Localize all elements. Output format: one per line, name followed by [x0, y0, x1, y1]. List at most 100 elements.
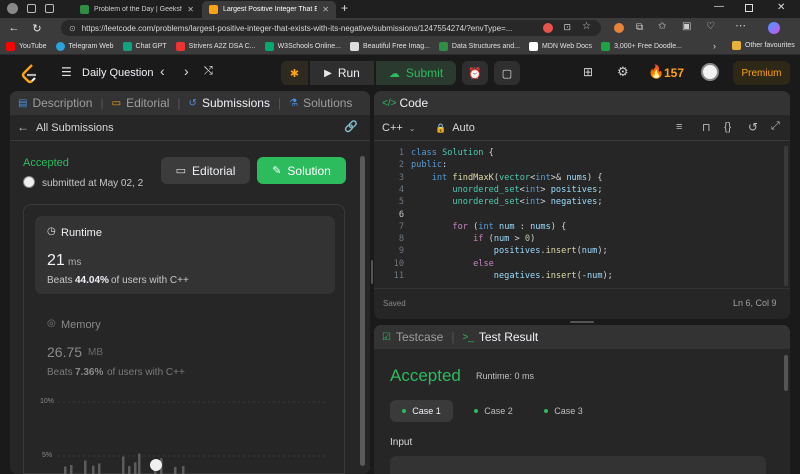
result-runtime: Runtime: 0 ms — [476, 371, 535, 381]
link-icon[interactable]: 🔗 — [344, 120, 358, 133]
all-submissions-link[interactable]: All Submissions — [36, 122, 114, 134]
tab-divider: | — [277, 96, 282, 110]
run-button[interactable]: ▶ Run — [310, 61, 374, 85]
avatar[interactable] — [701, 63, 719, 81]
close-icon[interactable]: ✕ — [322, 5, 329, 14]
debug-button[interactable]: ✱ — [281, 61, 308, 85]
extension-icon[interactable] — [543, 23, 553, 33]
back-icon[interactable]: ← — [5, 22, 23, 34]
bookmark-telegram[interactable]: Telegram Web — [55, 41, 114, 51]
bookmark-images[interactable]: Beautiful Free Imag... — [350, 41, 430, 51]
notes-button[interactable]: ▢ — [494, 61, 520, 85]
favorite-star-icon[interactable]: ☆ — [582, 21, 591, 32]
chevron-right-icon[interactable]: › — [713, 41, 716, 51]
browser-tab-leetcode[interactable]: Largest Positive Integer That Exis ✕ — [202, 1, 336, 18]
fullscreen-icon[interactable]: ⤢ — [771, 120, 780, 133]
other-favorites[interactable]: Other favourites — [732, 41, 795, 50]
input-label: Input — [390, 437, 413, 448]
browser-essentials-icon[interactable]: ♡ — [706, 21, 715, 32]
chart-cursor-handle[interactable] — [150, 459, 162, 471]
bookmark-youtube[interactable]: YouTube — [6, 41, 47, 51]
code-scrollbar[interactable] — [784, 146, 788, 286]
timer-button[interactable]: ⏰ — [462, 61, 488, 85]
tab-solutions[interactable]: ⚗ Solutions — [289, 96, 352, 110]
profile-icon[interactable] — [7, 3, 18, 14]
split-screen-icon[interactable]: ⧉ — [636, 22, 643, 33]
w3schools-icon — [264, 41, 274, 51]
solution-button[interactable]: ✎ Solution — [257, 157, 346, 184]
bookmark-w3schools[interactable]: W3Schools Online... — [264, 41, 341, 51]
case-2-tab[interactable]: Case 2 — [462, 400, 525, 422]
submit-button[interactable]: ☁ Submit — [376, 61, 456, 85]
bookmark-dsa[interactable]: Data Structures and... — [438, 41, 520, 51]
reading-mode-icon[interactable]: ⊡ — [563, 22, 571, 33]
tab-submissions[interactable]: ↺ Submissions — [189, 96, 270, 110]
tab-actions-icon[interactable] — [45, 4, 54, 13]
bookmark-icon[interactable]: ⊓ — [702, 121, 711, 134]
problem-list-icon[interactable]: ☰ — [61, 65, 72, 79]
tab-testcase[interactable]: ☑ Testcase — [382, 330, 443, 344]
address-bar[interactable]: ⊙ https://leetcode.com/problems/largest-… — [61, 20, 601, 36]
reload-icon[interactable]: ↻ — [28, 22, 46, 35]
editorial-button[interactable]: ▭ Editorial — [161, 157, 250, 184]
line-number: 3 — [398, 172, 404, 183]
bookmark-chatgpt[interactable]: Chat GPT — [122, 41, 167, 51]
result-scrollbar[interactable] — [784, 355, 788, 391]
case-3-tab[interactable]: Case 3 — [532, 400, 595, 422]
favorites-icon[interactable]: ✩ — [658, 21, 666, 32]
collections-icon[interactable]: ▣ — [682, 21, 691, 32]
minimize-icon[interactable]: — — [714, 1, 724, 12]
tab-test-result[interactable]: >_ Test Result — [462, 330, 538, 344]
input-value-box[interactable] — [390, 456, 766, 474]
youtube-icon — [6, 41, 15, 51]
settings-more-icon[interactable]: ⋯ — [735, 19, 746, 32]
vertical-resize-handle[interactable] — [371, 260, 373, 284]
horizontal-resize-handle[interactable] — [570, 321, 594, 323]
new-tab-icon[interactable]: + — [341, 1, 348, 15]
next-problem-icon[interactable]: › — [184, 63, 189, 79]
bug-icon: ✱ — [289, 67, 300, 80]
maximize-icon[interactable] — [745, 4, 753, 12]
reset-icon[interactable]: ↺ — [748, 120, 758, 134]
bookmark-doodle[interactable]: 3,000+ Free Doodle... — [601, 41, 682, 51]
copilot-icon[interactable] — [768, 22, 780, 34]
bookmark-strivers[interactable]: Strivers A2Z DSA C... — [175, 41, 256, 51]
prev-problem-icon[interactable]: ‹ — [160, 63, 165, 79]
case-1-tab[interactable]: Case 1 — [390, 400, 453, 422]
code-brackets-icon: </> — [382, 97, 397, 109]
gear-icon[interactable]: ⚙ — [617, 64, 629, 80]
layout-grid-icon[interactable]: ⊞ — [583, 65, 593, 79]
close-window-icon[interactable]: ✕ — [777, 2, 785, 13]
chart-bar — [128, 466, 131, 474]
back-arrow-icon[interactable]: ← — [17, 120, 29, 134]
cursor-position: Ln 6, Col 9 — [733, 298, 777, 308]
case-label: Case 1 — [412, 406, 441, 416]
braces-icon[interactable]: {} — [724, 121, 731, 133]
left-scrollbar-thumb[interactable] — [360, 156, 365, 466]
bookmark-mdn[interactable]: MDN Web Docs — [529, 41, 592, 51]
premium-button[interactable]: Premium — [733, 61, 790, 85]
leetcode-logo-icon[interactable] — [21, 64, 39, 84]
collections-icon[interactable] — [27, 4, 36, 13]
close-icon[interactable]: ✕ — [187, 5, 194, 14]
browser-tab-gfg[interactable]: Problem of the Day | GeeksforGe ✕ — [73, 1, 201, 18]
runtime-beats-prefix: Beats — [47, 275, 73, 286]
memory-card[interactable]: ◎ Memory 26.75 MB Beats 7.36% of users w… — [35, 308, 335, 386]
auto-mode-toggle[interactable]: 🔒 Auto — [435, 122, 475, 134]
memory-unit: MB — [88, 347, 103, 358]
runtime-card[interactable]: ◷ Runtime 21 ms Beats 44.04% of users wi… — [35, 216, 335, 294]
runtime-unit: ms — [68, 257, 82, 268]
streak-flame-icon[interactable]: 🔥 — [648, 64, 664, 80]
distribution-chart — [58, 401, 328, 474]
code-line: else — [473, 258, 494, 269]
language-select[interactable]: C++ ⌄ — [382, 122, 416, 134]
submit-label: Submit — [405, 66, 444, 80]
daily-question-title[interactable]: Daily Question — [82, 67, 154, 79]
extension-orange-icon[interactable] — [614, 23, 624, 33]
format-icon[interactable]: ≡ — [676, 121, 682, 133]
code-line: positives.insert(num); — [493, 246, 608, 257]
tab-editorial[interactable]: ▭ Editorial — [112, 96, 170, 110]
tab-description[interactable]: ▤ Description — [18, 96, 92, 110]
left-panel-tabs: ▤ Description | ▭ Editorial | ↺ Submissi… — [10, 91, 370, 115]
shuffle-icon[interactable]: ⤭ — [204, 65, 213, 78]
